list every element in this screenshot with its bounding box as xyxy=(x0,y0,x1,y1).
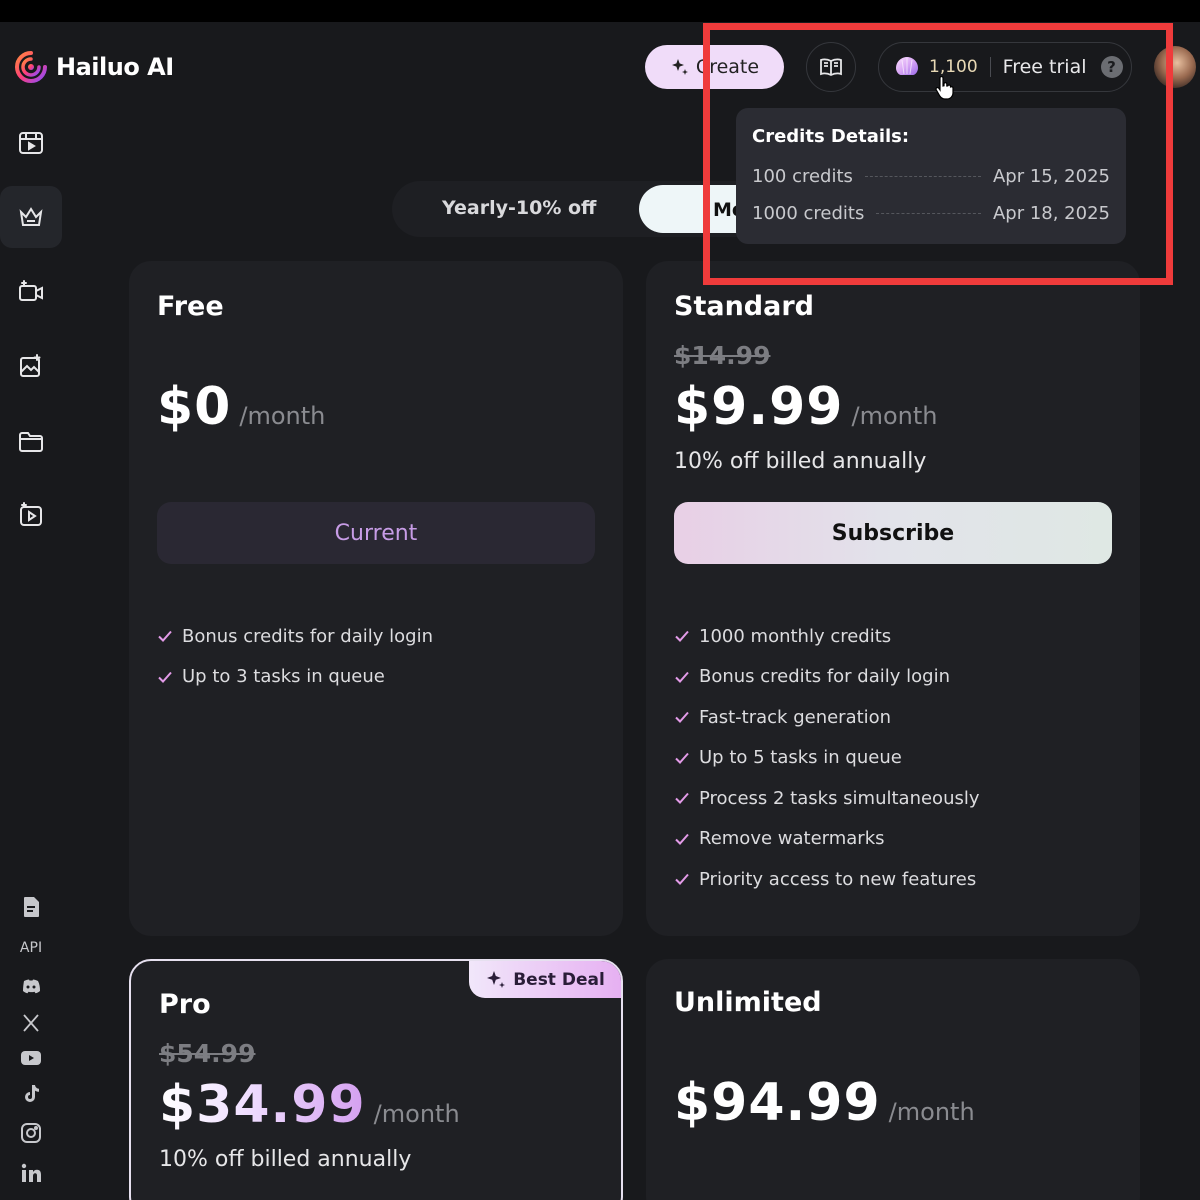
check-icon xyxy=(675,833,689,845)
plan-price: $94.99/month xyxy=(674,1073,975,1133)
billing-note: 10% off billed annually xyxy=(159,1147,412,1172)
check-icon xyxy=(675,874,689,886)
badge-label: Best Deal xyxy=(513,969,605,990)
check-icon xyxy=(675,712,689,724)
plan-name: Unlimited xyxy=(674,987,822,1018)
crown-icon xyxy=(19,207,43,226)
plan-name: Standard xyxy=(674,291,814,322)
api-label[interactable]: API xyxy=(0,940,62,956)
feature-item: Process 2 tasks simultaneously xyxy=(674,778,980,819)
youtube-icon xyxy=(21,1051,41,1065)
discord-link[interactable] xyxy=(0,976,62,998)
plan-price: $34.99/month xyxy=(159,1075,460,1135)
best-deal-badge: Best Deal xyxy=(469,961,621,998)
plan-card-free: Free $0/month Current Bonus credits for … xyxy=(129,261,623,936)
feature-item: Bonus credits for daily login xyxy=(674,657,980,698)
price-period: /month xyxy=(239,402,326,430)
billing-note: 10% off billed annually xyxy=(674,449,927,474)
feature-item: Up to 3 tasks in queue xyxy=(157,657,433,698)
tiktok-icon xyxy=(25,1085,39,1102)
plan-name: Pro xyxy=(159,989,211,1020)
top-strip xyxy=(0,0,1200,22)
original-price: $14.99 xyxy=(674,341,771,370)
sparkle-icon xyxy=(487,970,506,988)
feature-item: Bonus credits for daily login xyxy=(157,616,433,657)
instagram-link[interactable] xyxy=(0,1122,62,1144)
feature-list: Bonus credits for daily login Up to 3 ta… xyxy=(157,616,433,697)
price-value: $0 xyxy=(157,377,232,437)
feature-item: 1000 monthly credits xyxy=(674,616,980,657)
check-icon xyxy=(675,793,689,805)
original-price: $54.99 xyxy=(159,1039,256,1068)
app-name: Hailuo AI xyxy=(56,53,174,81)
plan-card-pro: Best Deal Pro $54.99 $34.99/month 10% of… xyxy=(129,959,623,1200)
feature-item: Priority access to new features xyxy=(674,859,980,900)
plan-price: $9.99/month xyxy=(674,377,937,437)
price-value: $94.99 xyxy=(674,1073,881,1133)
play-square-icon xyxy=(20,502,42,526)
sidebar-item-assets[interactable] xyxy=(0,410,62,472)
sidebar-item-video-gen[interactable] xyxy=(0,261,62,323)
sidebar-item-subscription[interactable] xyxy=(0,186,62,248)
plan-card-standard: Standard $14.99 $9.99/month 10% off bill… xyxy=(646,261,1140,936)
x-link[interactable] xyxy=(0,1012,62,1034)
x-twitter-icon xyxy=(23,1014,39,1032)
sidebar-item-videos[interactable] xyxy=(0,112,62,174)
check-icon xyxy=(675,671,689,683)
check-icon xyxy=(675,631,689,643)
price-period: /month xyxy=(373,1100,460,1128)
toggle-yearly[interactable]: Yearly-10% off xyxy=(442,197,596,219)
document-icon xyxy=(24,897,39,917)
price-value: $34.99 xyxy=(159,1075,366,1135)
api-docs-button[interactable] xyxy=(0,896,62,918)
linkedin-icon xyxy=(21,1163,41,1182)
check-icon xyxy=(158,631,172,643)
film-icon xyxy=(19,132,43,154)
youtube-link[interactable] xyxy=(0,1047,62,1069)
check-icon xyxy=(158,671,172,683)
plan-name: Free xyxy=(157,291,224,322)
current-plan-button[interactable]: Current xyxy=(157,502,595,564)
plan-card-unlimited: Unlimited $94.99/month xyxy=(646,959,1140,1200)
video-camera-icon xyxy=(19,280,43,301)
linkedin-link[interactable] xyxy=(0,1162,62,1184)
feature-list: 1000 monthly credits Bonus credits for d… xyxy=(674,616,980,900)
sidebar-item-templates[interactable] xyxy=(0,484,62,546)
highlight-box xyxy=(703,23,1173,285)
image-edit-icon xyxy=(20,354,41,377)
price-value: $9.99 xyxy=(674,377,844,437)
app-logo[interactable]: Hailuo AI xyxy=(14,50,174,84)
instagram-icon xyxy=(21,1123,41,1143)
price-period: /month xyxy=(888,1098,975,1126)
check-icon xyxy=(675,752,689,764)
plan-price: $0/month xyxy=(157,377,325,437)
sparkle-icon xyxy=(671,59,688,75)
sidebar-item-image-gen[interactable] xyxy=(0,335,62,397)
feature-item: Up to 5 tasks in queue xyxy=(674,738,980,779)
feature-item: Remove watermarks xyxy=(674,819,980,860)
discord-icon xyxy=(23,979,40,994)
folder-icon xyxy=(19,432,43,452)
subscribe-button[interactable]: Subscribe xyxy=(674,502,1112,564)
price-period: /month xyxy=(851,402,938,430)
hailuo-logo-icon xyxy=(15,51,47,83)
tiktok-link[interactable] xyxy=(0,1083,62,1105)
feature-item: Fast-track generation xyxy=(674,697,980,738)
